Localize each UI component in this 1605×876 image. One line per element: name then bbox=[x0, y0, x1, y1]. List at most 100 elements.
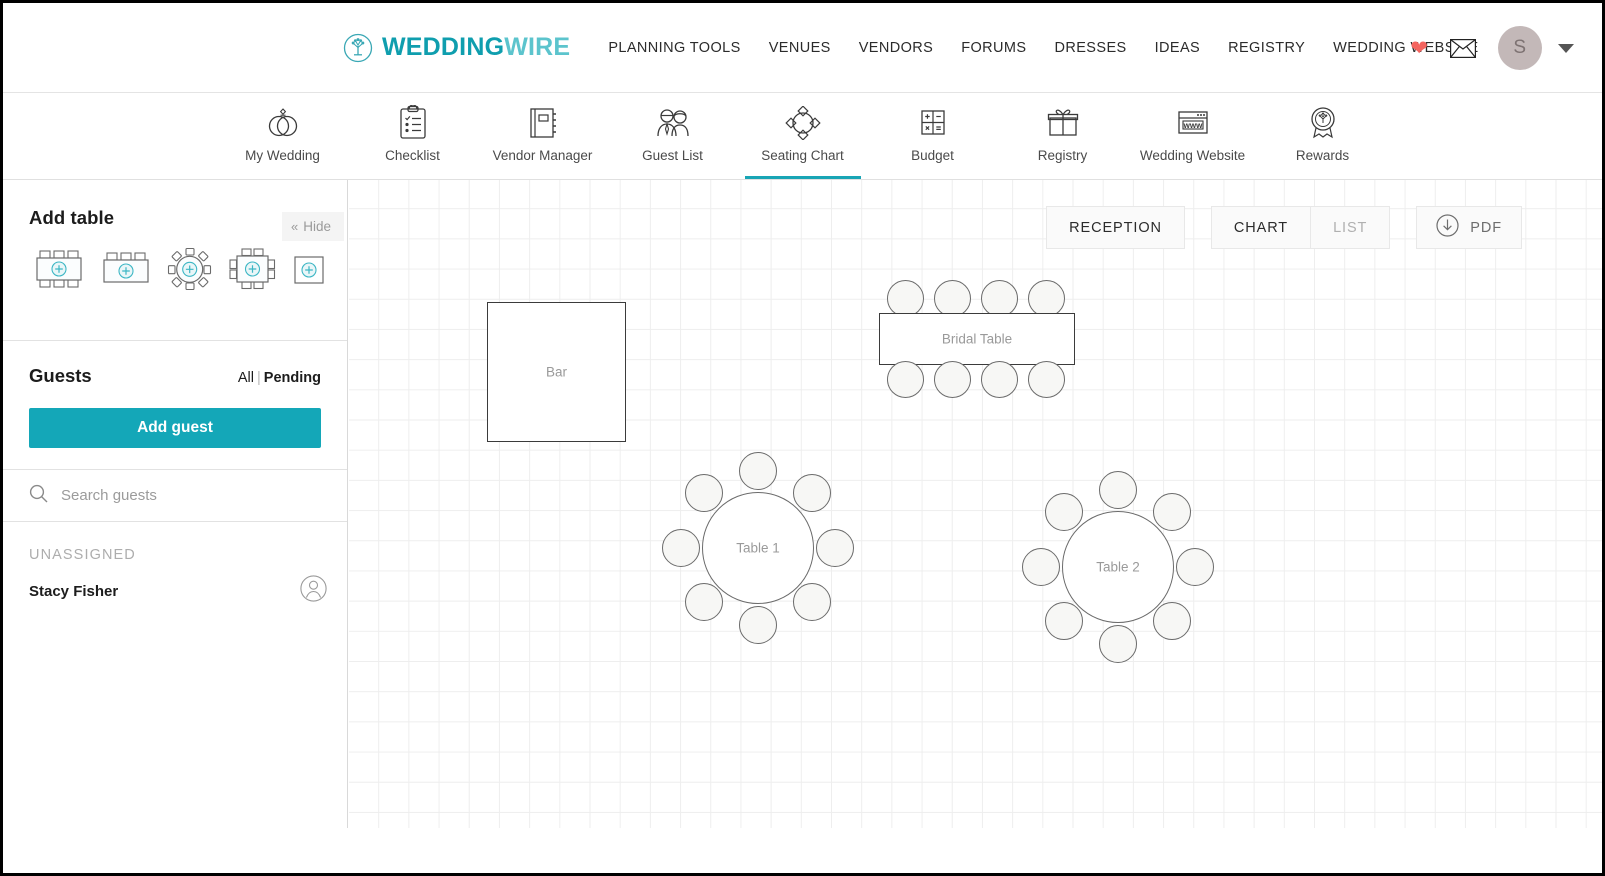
subnav-item-rewards[interactable]: Rewards bbox=[1258, 93, 1388, 179]
subnav-label: Rewards bbox=[1295, 148, 1350, 163]
object-label: Table 1 bbox=[736, 540, 780, 556]
subnav-label: Registry bbox=[1037, 148, 1088, 163]
view-mode-chart[interactable]: CHART bbox=[1212, 207, 1310, 248]
avatar[interactable]: S bbox=[1498, 26, 1542, 70]
brand-wordmark: WEDDINGWIRE bbox=[382, 33, 570, 62]
add-guest-button[interactable]: Add guest bbox=[29, 408, 321, 448]
chair[interactable] bbox=[1028, 361, 1065, 398]
seating-sidebar: « Hide Add table Guests All | Pending Ad… bbox=[3, 180, 348, 828]
download-pdf-button[interactable]: PDF bbox=[1416, 206, 1522, 249]
view-chart-label: CHART bbox=[1233, 219, 1289, 236]
site-header: WEDDINGWIRE PLANNING TOOLS VENUES VENDOR… bbox=[3, 3, 1602, 93]
round-table-plus-icon[interactable] bbox=[167, 247, 213, 296]
list-item[interactable]: Stacy Fisher bbox=[29, 563, 327, 619]
empty-square-plus-icon[interactable] bbox=[291, 249, 327, 294]
chair[interactable] bbox=[816, 529, 854, 567]
subnav-item-vendor-manager[interactable]: Vendor Manager bbox=[478, 93, 608, 179]
two-people-icon bbox=[653, 105, 693, 141]
chair[interactable] bbox=[1022, 548, 1060, 586]
subnav-item-budget[interactable]: Budget bbox=[868, 93, 998, 179]
subnav-label: Seating Chart bbox=[761, 148, 844, 163]
chair[interactable] bbox=[887, 280, 924, 317]
chair[interactable] bbox=[1045, 602, 1083, 640]
filter-separator: | bbox=[257, 370, 261, 386]
chair[interactable] bbox=[1176, 548, 1214, 586]
nav-forums[interactable]: FORUMS bbox=[961, 40, 1026, 56]
envelope-icon[interactable] bbox=[1450, 38, 1476, 58]
nav-planning-tools[interactable]: PLANNING TOOLS bbox=[608, 40, 740, 56]
object-label: Bridal Table bbox=[941, 331, 1013, 347]
brand-text-second: WIRE bbox=[504, 33, 571, 61]
chevron-down-icon[interactable] bbox=[1558, 43, 1574, 53]
subnav-item-seating-chart[interactable]: Seating Chart bbox=[738, 93, 868, 179]
download-circle-icon bbox=[1436, 214, 1459, 241]
canvas-object-bridal-table[interactable]: Bridal Table bbox=[879, 280, 1090, 400]
canvas-object-bar[interactable]: Bar bbox=[487, 302, 626, 442]
view-mode-toggle: CHART LIST bbox=[1210, 206, 1391, 249]
chair[interactable] bbox=[887, 361, 924, 398]
gift-box-icon bbox=[1045, 105, 1081, 141]
canvas-object-table-1[interactable]: Table 1 bbox=[662, 452, 854, 644]
subnav-item-my-wedding[interactable]: My Wedding bbox=[218, 93, 348, 179]
guest-search-row[interactable] bbox=[3, 469, 347, 522]
chair[interactable] bbox=[685, 583, 723, 621]
subnav-label: Checklist bbox=[385, 148, 440, 163]
brand-text-first: WEDDING bbox=[382, 33, 505, 61]
person-circle-icon[interactable] bbox=[300, 575, 327, 607]
search-input[interactable] bbox=[61, 487, 291, 504]
object-label: Table 2 bbox=[1096, 559, 1140, 575]
wedding-tree-logo-icon bbox=[343, 33, 373, 63]
nav-ideas[interactable]: IDEAS bbox=[1155, 40, 1201, 56]
canvas-object-table-2[interactable]: Table 2 bbox=[1022, 471, 1214, 663]
room-selector-button[interactable]: RECEPTION bbox=[1046, 206, 1185, 249]
chair[interactable] bbox=[793, 474, 831, 512]
subnav-item-registry[interactable]: Registry bbox=[998, 93, 1128, 179]
subnav-item-guest-list[interactable]: Guest List bbox=[608, 93, 738, 179]
clipboard-checklist-icon bbox=[397, 105, 429, 141]
chair[interactable] bbox=[685, 474, 723, 512]
chair[interactable] bbox=[981, 280, 1018, 317]
chair[interactable] bbox=[1153, 493, 1191, 531]
hide-sidebar-label: Hide bbox=[303, 219, 331, 234]
canvas-toolbar: RECEPTION CHART LIST PDF bbox=[1046, 206, 1522, 249]
chair[interactable] bbox=[934, 361, 971, 398]
view-mode-list[interactable]: LIST bbox=[1310, 207, 1389, 248]
subnav-item-checklist[interactable]: Checklist bbox=[348, 93, 478, 179]
svg-text:www: www bbox=[1182, 121, 1202, 130]
seating-chart-canvas[interactable]: RECEPTION CHART LIST PDF Bar Bridal Tabl… bbox=[349, 180, 1602, 828]
chair[interactable] bbox=[739, 606, 777, 644]
subnav-label: Guest List bbox=[642, 148, 703, 163]
round-table-icon bbox=[784, 105, 821, 141]
header-actions: ❤ S bbox=[1410, 3, 1574, 93]
subnav-label: My Wedding bbox=[245, 148, 320, 163]
chair[interactable] bbox=[793, 583, 831, 621]
chair[interactable] bbox=[1153, 602, 1191, 640]
chair[interactable] bbox=[662, 529, 700, 567]
chair[interactable] bbox=[739, 452, 777, 490]
square-table-plus-icon[interactable] bbox=[228, 247, 276, 296]
chair[interactable] bbox=[1099, 625, 1137, 663]
rectangular-table-plus-icon[interactable] bbox=[33, 248, 85, 295]
calculator-icon bbox=[917, 105, 949, 141]
hide-sidebar-button[interactable]: « Hide bbox=[282, 212, 344, 241]
filter-pending[interactable]: Pending bbox=[264, 370, 321, 386]
chair[interactable] bbox=[981, 361, 1018, 398]
view-list-label: LIST bbox=[1333, 219, 1368, 236]
nav-dresses[interactable]: DRESSES bbox=[1054, 40, 1126, 56]
nav-registry[interactable]: REGISTRY bbox=[1228, 40, 1305, 56]
chair[interactable] bbox=[1045, 493, 1083, 531]
brand-logo[interactable]: WEDDINGWIRE bbox=[343, 33, 570, 63]
app-window: WEDDINGWIRE PLANNING TOOLS VENUES VENDOR… bbox=[0, 0, 1605, 876]
chair[interactable] bbox=[1099, 471, 1137, 509]
chair[interactable] bbox=[934, 280, 971, 317]
browser-www-icon: www bbox=[1174, 105, 1212, 141]
heart-icon[interactable]: ❤ bbox=[1410, 38, 1428, 59]
magnifier-icon bbox=[29, 484, 48, 508]
subnav-item-wedding-website[interactable]: www Wedding Website bbox=[1128, 93, 1258, 179]
nav-venues[interactable]: VENUES bbox=[769, 40, 831, 56]
chair[interactable] bbox=[1028, 280, 1065, 317]
award-ribbon-icon bbox=[1307, 105, 1339, 141]
filter-all[interactable]: All bbox=[238, 370, 254, 386]
nav-vendors[interactable]: VENDORS bbox=[859, 40, 934, 56]
rectangular-table-top-seats-plus-icon[interactable] bbox=[100, 248, 152, 295]
